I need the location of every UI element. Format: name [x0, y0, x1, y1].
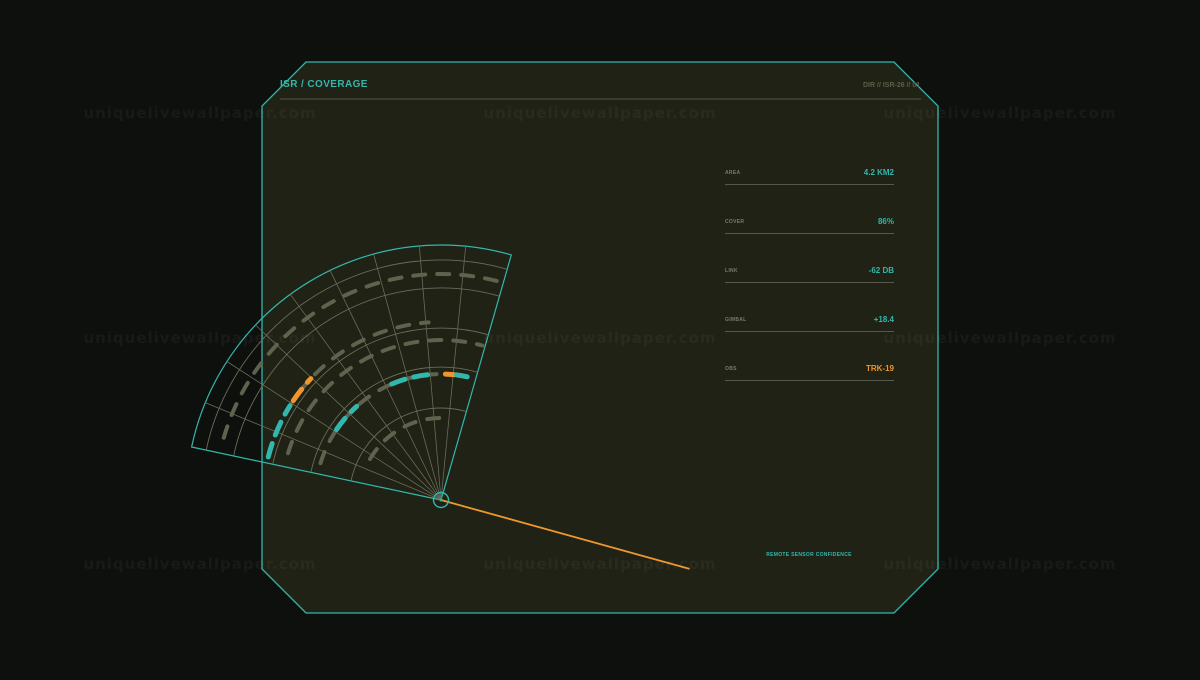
stat-row-gimbal: GIMBAL +18.4: [725, 307, 894, 356]
stat-value: +18.4: [873, 315, 894, 324]
confidence-caption: REMOTE SENSOR CONFIDENCE: [766, 552, 852, 558]
panel-frame: [190, 61, 939, 614]
coverage-segment-warn: [442, 371, 457, 378]
stat-row-obs: OBS TRK-19: [725, 356, 894, 405]
stat-divider: [725, 184, 894, 185]
stat-divider: [725, 380, 894, 381]
stat-row-cover: COVER 86%: [725, 209, 894, 258]
stat-divider: [725, 282, 894, 283]
stat-row-link: LINK -62 DB: [725, 258, 894, 307]
stat-value: TRK-19: [865, 364, 894, 373]
coverage-segment-accent: [453, 372, 470, 380]
stat-value: 86%: [877, 217, 894, 226]
stat-label: LINK: [725, 268, 738, 274]
stat-value: -62 DB: [868, 266, 894, 275]
panel-meta-id: DIR // ISR-26 // 01: [863, 82, 921, 89]
panel-title: ISR / COVERAGE: [280, 79, 368, 90]
stat-label: COVER: [725, 219, 745, 225]
hud-panel: ISR / COVERAGE DIR // ISR-26 // 01 AREA 4…: [0, 0, 1200, 676]
stat-label: OBS: [725, 366, 737, 372]
sensor-origin-dot: [439, 498, 443, 502]
stat-value: 4.2 KM2: [863, 168, 894, 177]
stat-label: AREA: [725, 170, 741, 176]
stat-divider: [725, 233, 894, 234]
stat-divider: [725, 331, 894, 332]
telemetry-list: AREA 4.2 KM2 COVER 86% LINK -62 DB GIMBAL +18.4…: [725, 160, 894, 405]
stat-label: GIMBAL: [725, 317, 747, 323]
stat-row-area: AREA 4.2 KM2: [725, 160, 894, 209]
